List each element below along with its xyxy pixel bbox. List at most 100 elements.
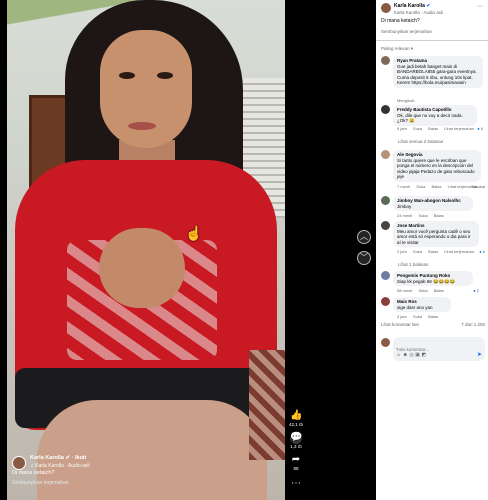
like-link[interactable]: Suka	[416, 184, 425, 189]
panel-author-line: Karla Karolla ✔	[394, 3, 430, 9]
next-video-button[interactable]: ﹀	[357, 251, 371, 265]
comment-count: 1,3 rb	[290, 444, 302, 449]
more-options-icon[interactable]: ⋯	[477, 3, 483, 10]
comment-time: 7 menit	[397, 184, 411, 189]
comment-time: 24 menit	[397, 213, 413, 218]
commenter-avatar[interactable]	[381, 56, 390, 65]
person-lips	[128, 122, 156, 130]
floor-tile	[249, 350, 285, 460]
chevron-down-icon: ﹀	[360, 253, 368, 262]
sort-dropdown[interactable]: Paling relevan ▾	[381, 46, 413, 52]
reply-link[interactable]: Balas	[432, 184, 442, 189]
audio-line[interactable]: ♫ Karla Karolla · Audio asli	[30, 463, 90, 469]
comment-input-tools: ☺☻◎▣◩	[396, 352, 428, 358]
comment-meta: 24 menit Suka Balas	[397, 213, 449, 218]
panel-author-name[interactable]: Karla Karolla	[394, 3, 425, 9]
comment-meta: 7 menit Suka Balas Lihat terjemahan	[397, 184, 482, 189]
reaction-count[interactable]: ● 2	[473, 288, 479, 293]
comment-meta-item[interactable]: Mengikuti...	[397, 98, 417, 103]
person-eye	[157, 72, 173, 79]
panel-hide-translation-link[interactable]: Sembunyikan terjemahan	[381, 29, 432, 34]
hide-translation-link[interactable]: Sembunyikan terjemahan	[12, 480, 69, 486]
share-action[interactable]: ➦ 88	[286, 454, 306, 471]
divider	[376, 40, 488, 41]
view-replies-link[interactable]: Lihat 1 balasan	[398, 262, 429, 267]
author-line: Karla Karolla ✔ · Ikuti	[30, 455, 86, 461]
see-translation-link[interactable]: Lihat terjemahan	[444, 249, 474, 254]
music-note-icon: ♫	[30, 463, 34, 469]
more-dots-icon: ⋯	[291, 478, 301, 489]
verified-icon: ✔	[65, 455, 71, 461]
reaction-count[interactable]: ● 6	[477, 126, 483, 131]
panel-author: Karla Karolla ✔ Karla Karolla · Audio as…	[381, 3, 485, 19]
like-link[interactable]: Suka	[418, 288, 427, 293]
follow-link[interactable]: Ikuti	[75, 455, 86, 461]
person-legs	[37, 400, 267, 500]
comment-text: Meu amor você pergunta cadê o seu amor e…	[397, 228, 471, 245]
more-comments-link[interactable]: Lihat komentar lain	[381, 322, 419, 327]
person-hand	[99, 228, 185, 308]
commenter-avatar[interactable]	[381, 105, 390, 114]
author-liked-badge: Disukai	[471, 184, 485, 189]
sort-label: Paling relevan	[381, 46, 410, 51]
like-count: 42,1 rb	[288, 422, 303, 427]
like-link[interactable]: Suka	[418, 213, 427, 218]
previous-video-button[interactable]: ︿	[357, 230, 371, 244]
commenter-avatar[interactable]	[381, 221, 390, 230]
comment-meta: 58 menit Suka Balas	[397, 288, 449, 293]
verified-icon: ✔	[426, 3, 431, 9]
reply-link[interactable]: Balas	[428, 249, 438, 254]
reaction-number: 2	[476, 288, 479, 293]
comment-bubble: Freddy Bautista Capotillo Ok, dile que n…	[393, 105, 477, 126]
more-action[interactable]: ⋯	[286, 478, 306, 490]
chevron-down-icon: ▾	[410, 46, 414, 51]
reply-link[interactable]: Balas	[434, 213, 444, 218]
author-avatar[interactable]	[12, 456, 26, 470]
chevron-up-icon: ︿	[360, 232, 368, 241]
send-icon[interactable]: ➤	[477, 351, 482, 358]
like-reaction-icon: ●	[477, 126, 480, 131]
like-link[interactable]: Suka	[413, 126, 422, 131]
separator-dot: ·	[71, 455, 74, 461]
comment-time: 2 jam	[397, 249, 407, 254]
person-eye	[119, 72, 135, 79]
panel-audio[interactable]: Karla Karolla · Audio asli	[394, 10, 443, 15]
comments-footer: Lihat komentar lain 7 dari 1.250	[381, 322, 485, 327]
author-avatar[interactable]	[381, 3, 391, 13]
comment-action[interactable]: 💬 1,3 rb	[286, 432, 306, 449]
commenter-avatar[interactable]	[381, 271, 390, 280]
comment-count-indicator: 7 dari 1.250	[461, 322, 485, 327]
comment-bubble: Pengemis Puntung Roko Siap kk pegab 68 😂…	[393, 271, 473, 287]
comment-meta: 9 jam Suka Balas Lihat terjemahan	[397, 126, 479, 131]
comment-time: 58 menit	[397, 288, 413, 293]
see-translation-link[interactable]: Lihat terjemahan	[444, 126, 474, 131]
reaction-count[interactable]: ● 6	[479, 249, 485, 254]
comment-meta: 3 jam Suka Balas	[397, 314, 443, 319]
reply-link[interactable]: Balas	[428, 314, 438, 319]
author-name[interactable]: Karla Karolla	[30, 455, 64, 461]
share-count: 88	[293, 466, 299, 471]
like-link[interactable]: Suka	[413, 314, 422, 319]
person-face	[100, 30, 192, 148]
comment-text: Gue jadi betah banget main di BANDARBOLA…	[397, 63, 477, 86]
comment-text: Siap kk pegab 68 😂😂😂😂	[397, 278, 456, 284]
like-link[interactable]: Suka	[413, 249, 422, 254]
commenter-avatar[interactable]	[381, 297, 390, 306]
comment-meta: Mengikuti...	[397, 98, 422, 103]
reply-link[interactable]: Balas	[434, 288, 444, 293]
view-replies-link[interactable]: Lihat semua 2 balasan	[398, 139, 443, 144]
video-stage: ☝ Karla Karolla ✔ · Ikuti ♫ Karla Karoll…	[0, 0, 376, 500]
comment-time: 9 jam	[397, 126, 407, 131]
commenter-avatar[interactable]	[381, 196, 390, 205]
reaction-number: 6	[480, 126, 483, 131]
sticker-icon[interactable]: ☺	[396, 352, 403, 358]
video-caption: Di mana ketaich?	[12, 470, 55, 476]
commenter-avatar[interactable]	[381, 150, 390, 159]
like-action[interactable]: 👍 42,1 rb	[286, 410, 306, 427]
video-player[interactable]: ☝	[7, 0, 285, 500]
sticker-pack-icon[interactable]: ◩	[421, 352, 427, 358]
reply-link[interactable]: Balas	[428, 126, 438, 131]
comment-text: Ok, dile que no voy a decir nada. ¿Ok? 😄	[397, 112, 463, 124]
share-icon: ➦	[291, 454, 301, 465]
comment-text: Jimboy	[397, 203, 412, 209]
